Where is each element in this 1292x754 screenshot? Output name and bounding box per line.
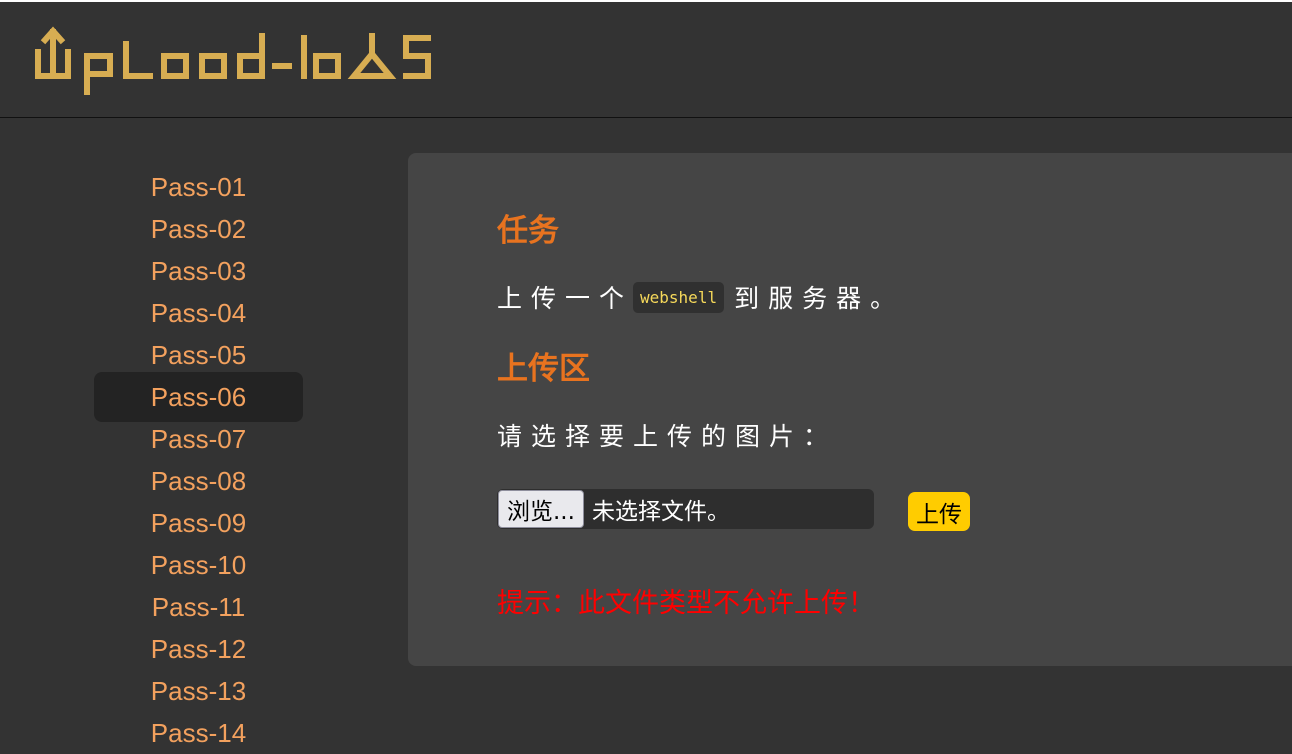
sidebar-item-pass-02[interactable]: Pass-02: [94, 208, 303, 250]
upload-button[interactable]: 上传: [908, 492, 970, 531]
upload-prompt: 请选择要上传的图片：: [497, 422, 838, 451]
file-status-text: 未选择文件。: [591, 499, 730, 525]
error-message: 提示：此文件类型不允许上传！: [497, 588, 875, 619]
webshell-code: webshell: [633, 281, 725, 313]
sidebar-nav: Pass-01 Pass-02 Pass-03 Pass-04 Pass-05 …: [94, 166, 303, 754]
task-heading: 任务: [497, 213, 559, 249]
content-panel: 任务 上传一个 webshell 到服务器。 上传区 请选择要上传的图片： 浏览…: [408, 153, 1292, 666]
sidebar-item-pass-09[interactable]: Pass-09: [94, 502, 303, 544]
site-logo[interactable]: [34, 26, 434, 101]
sidebar-item-pass-14[interactable]: Pass-14: [94, 712, 303, 754]
logo-graphic: [35, 26, 431, 95]
upload-heading: 上传区: [497, 351, 590, 387]
sidebar-item-pass-11[interactable]: Pass-11: [94, 586, 303, 628]
sidebar-item-pass-13[interactable]: Pass-13: [94, 670, 303, 712]
sidebar-item-pass-05[interactable]: Pass-05: [94, 334, 303, 376]
task-text-after: 到服务器。: [734, 284, 905, 313]
sidebar-item-pass-10[interactable]: Pass-10: [94, 544, 303, 586]
task-description: 上传一个 webshell 到服务器。: [497, 279, 904, 315]
header: [0, 2, 1292, 118]
sidebar-item-pass-07[interactable]: Pass-07: [94, 418, 303, 460]
sidebar-item-pass-04[interactable]: Pass-04: [94, 292, 303, 334]
file-input[interactable]: 浏览... 未选择文件。: [497, 489, 874, 529]
browse-button[interactable]: 浏览...: [498, 490, 584, 528]
task-text-before: 上传一个: [497, 284, 634, 313]
sidebar-item-pass-12[interactable]: Pass-12: [94, 628, 303, 670]
sidebar-item-pass-03[interactable]: Pass-03: [94, 250, 303, 292]
sidebar-item-pass-06[interactable]: Pass-06: [94, 372, 303, 422]
sidebar-item-pass-08[interactable]: Pass-08: [94, 460, 303, 502]
sidebar-item-pass-01[interactable]: Pass-01: [94, 166, 303, 208]
